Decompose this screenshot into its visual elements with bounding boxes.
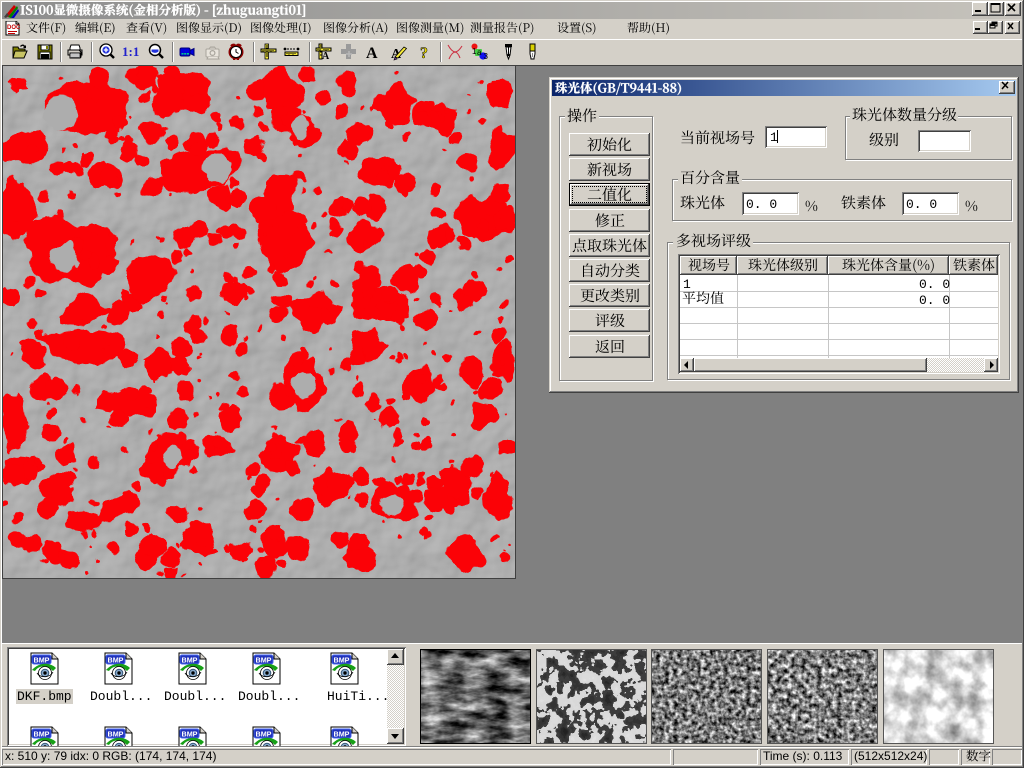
svg-text:BMP: BMP: [256, 656, 272, 665]
svg-text:BMP: BMP: [108, 656, 124, 665]
svg-text:BMP: BMP: [34, 656, 50, 665]
svg-text:BMP: BMP: [334, 730, 350, 739]
svg-text:BMP: BMP: [108, 730, 124, 739]
svg-text:DOC: DOC: [7, 25, 21, 31]
svg-text:A: A: [366, 45, 378, 61]
svg-text:BMP: BMP: [182, 730, 198, 739]
svg-text:a: a: [477, 48, 482, 57]
svg-text:BMP: BMP: [182, 656, 198, 665]
svg-text:3: 3: [484, 52, 489, 61]
svg-text:BMP: BMP: [256, 730, 272, 739]
svg-text:BMP: BMP: [34, 730, 50, 739]
svg-text:?: ?: [420, 45, 428, 61]
svg-text:BMP: BMP: [334, 656, 350, 665]
svg-text:A: A: [322, 51, 330, 61]
svg-text:1:1: 1:1: [122, 44, 139, 59]
